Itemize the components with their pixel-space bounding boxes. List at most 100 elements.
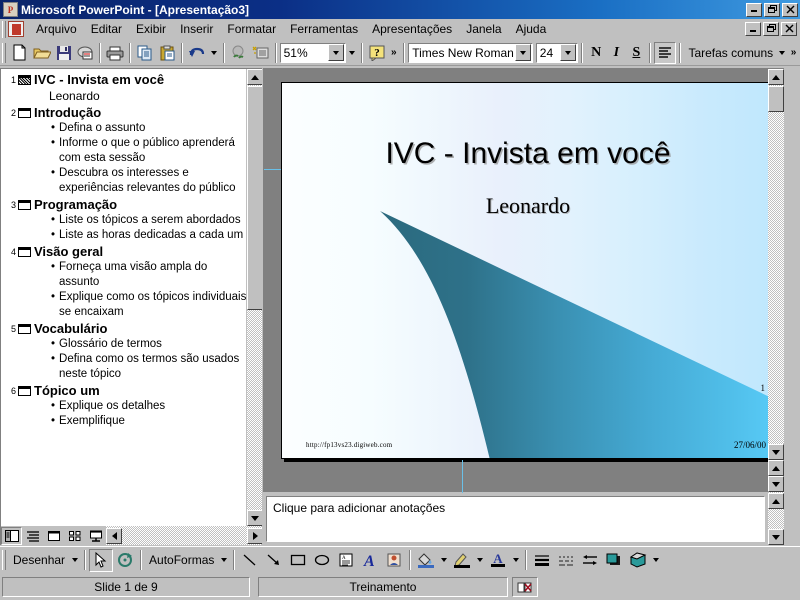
- close-button[interactable]: [782, 2, 798, 17]
- outline-scroll-left-button[interactable]: [106, 527, 122, 544]
- slide-icon[interactable]: [18, 324, 31, 334]
- standard-toolbar-overflow[interactable]: »: [387, 42, 400, 64]
- fill-color-dropdown-icon[interactable]: [438, 549, 450, 572]
- oval-icon[interactable]: [310, 549, 334, 572]
- outline-bullet[interactable]: • Forneça uma visão ampla do assunto: [51, 260, 247, 290]
- menu-editar[interactable]: Editar: [84, 20, 129, 38]
- menu-ferramentas[interactable]: Ferramentas: [283, 20, 365, 38]
- slide-scroll-up-button[interactable]: [768, 69, 784, 85]
- open-icon[interactable]: [31, 42, 53, 64]
- slide-subtitle[interactable]: Leonardo: [282, 193, 774, 219]
- print-icon[interactable]: [104, 42, 126, 64]
- outline-slide-title[interactable]: Programação: [34, 196, 117, 213]
- outline-slide-row[interactable]: 2 Introdução: [3, 104, 247, 121]
- outline-slide-row[interactable]: 1 IVC - Invista em você: [3, 71, 247, 88]
- slide-canvas[interactable]: IVC - Invista em você Leonardo http://fp…: [281, 82, 775, 459]
- outline-content[interactable]: 1 IVC - Invista em você Leonardo 2 Intro…: [1, 69, 247, 527]
- arrow-icon[interactable]: [262, 549, 286, 572]
- slide-view-icon[interactable]: [43, 526, 64, 545]
- line-icon[interactable]: [238, 549, 262, 572]
- outline-slide-title[interactable]: Visão geral: [34, 243, 103, 260]
- undo-icon[interactable]: [186, 42, 208, 64]
- text-box-icon[interactable]: A: [334, 549, 358, 572]
- draw-menu-dropdown-icon[interactable]: [69, 549, 81, 572]
- slide-scroll-thumb[interactable]: [768, 86, 784, 112]
- menu-ajuda[interactable]: Ajuda: [509, 20, 554, 38]
- wordart-icon[interactable]: A: [358, 549, 382, 572]
- outline-slide-row[interactable]: 3 Programação: [3, 196, 247, 213]
- notes-pane[interactable]: Clique para adicionar anotações: [263, 493, 784, 545]
- help-icon[interactable]: ?: [366, 42, 388, 64]
- common-tasks-dropdown-icon[interactable]: [777, 42, 787, 64]
- outline-slide-title[interactable]: Introdução: [34, 104, 101, 121]
- bold-button[interactable]: N: [586, 42, 606, 64]
- shadow-icon[interactable]: [602, 549, 626, 572]
- formatting-toolbar-overflow[interactable]: »: [787, 42, 800, 64]
- outline-bullet[interactable]: • Descubra os interesses e experiências r…: [51, 166, 247, 196]
- outline-bullet[interactable]: • Explique os detalhes: [51, 399, 247, 414]
- outline-slide-subtitle[interactable]: Leonardo: [49, 88, 247, 104]
- slide-icon[interactable]: [18, 108, 31, 118]
- slide-icon[interactable]: [18, 247, 31, 257]
- underline-button[interactable]: S: [626, 42, 646, 64]
- new-icon[interactable]: [9, 42, 31, 64]
- autoshapes-menu-button[interactable]: AutoFormas: [145, 553, 218, 567]
- dash-style-icon[interactable]: [554, 549, 578, 572]
- zoom-combo[interactable]: 51%: [279, 42, 346, 63]
- menu-janela[interactable]: Janela: [459, 20, 508, 38]
- outline-slide-title[interactable]: Tópico um: [34, 382, 100, 399]
- font-color-icon[interactable]: A: [486, 549, 510, 572]
- outline-bullet[interactable]: • Defina como os termos são usados neste …: [51, 352, 247, 382]
- slide-icon[interactable]: [18, 386, 31, 396]
- web-toolbar-icon[interactable]: [250, 42, 272, 64]
- fill-color-icon[interactable]: [414, 549, 438, 572]
- outline-scroll-up-button[interactable]: [247, 69, 262, 85]
- spell-check-icon[interactable]: [512, 576, 538, 597]
- slide-scroll-down-button[interactable]: [768, 444, 784, 460]
- free-rotate-icon[interactable]: [113, 549, 137, 572]
- notes-scroll-up-button[interactable]: [768, 493, 784, 509]
- outline-bullet[interactable]: • Glossário de termos: [51, 337, 247, 352]
- font-name-combo[interactable]: Times New Roman: [408, 42, 533, 63]
- three-d-dropdown-icon[interactable]: [650, 549, 662, 572]
- notes-scroll-down-button[interactable]: [768, 529, 784, 545]
- outline-vertical-scrollbar[interactable]: [246, 69, 262, 526]
- normal-view-icon[interactable]: [1, 526, 22, 545]
- previous-slide-button[interactable]: [768, 460, 784, 476]
- outline-slide-row[interactable]: 6 Tópico um: [3, 382, 247, 399]
- next-slide-button[interactable]: [768, 476, 784, 492]
- doc-minimize-button[interactable]: [745, 22, 761, 36]
- save-icon[interactable]: [53, 42, 75, 64]
- menu-grip[interactable]: [2, 20, 6, 38]
- menu-exibir[interactable]: Exibir: [129, 20, 173, 38]
- outline-bullet[interactable]: • Liste os tópicos a serem abordados: [51, 213, 247, 228]
- outline-slide-title[interactable]: IVC - Invista em você: [34, 71, 164, 88]
- outline-scroll-thumb[interactable]: [247, 86, 262, 310]
- italic-button[interactable]: I: [606, 42, 626, 64]
- line-color-icon[interactable]: [450, 549, 474, 572]
- align-left-icon[interactable]: [654, 41, 677, 64]
- rectangle-icon[interactable]: [286, 549, 310, 572]
- clip-art-icon[interactable]: [382, 549, 406, 572]
- email-icon[interactable]: [75, 42, 97, 64]
- undo-dropdown-icon[interactable]: [208, 42, 220, 64]
- menu-inserir[interactable]: Inserir: [173, 20, 220, 38]
- outline-bullet[interactable]: • Liste as horas dedicadas a cada um: [51, 228, 247, 243]
- outline-scroll-right-button[interactable]: [247, 527, 262, 544]
- minimize-button[interactable]: [746, 2, 762, 17]
- menu-apresentacoes[interactable]: Apresentações: [365, 20, 459, 38]
- outline-slide-row[interactable]: 4 Visão geral: [3, 243, 247, 260]
- slide-thumbnail-icon[interactable]: [18, 75, 31, 85]
- slide-icon[interactable]: [18, 200, 31, 210]
- three-d-icon[interactable]: [626, 549, 650, 572]
- outline-horizontal-scrollbar[interactable]: [106, 526, 262, 545]
- autoshapes-dropdown-icon[interactable]: [218, 549, 230, 572]
- outline-bullet[interactable]: • Informe o que o público aprenderá com e…: [51, 136, 247, 166]
- doc-restore-button[interactable]: [763, 22, 779, 36]
- restore-button[interactable]: [764, 2, 780, 17]
- slide-show-icon[interactable]: [85, 526, 106, 545]
- slide-title[interactable]: IVC - Invista em você: [282, 137, 774, 171]
- copy-icon[interactable]: [134, 42, 156, 64]
- doc-close-button[interactable]: [781, 22, 797, 36]
- notes-vertical-scrollbar[interactable]: [768, 493, 784, 545]
